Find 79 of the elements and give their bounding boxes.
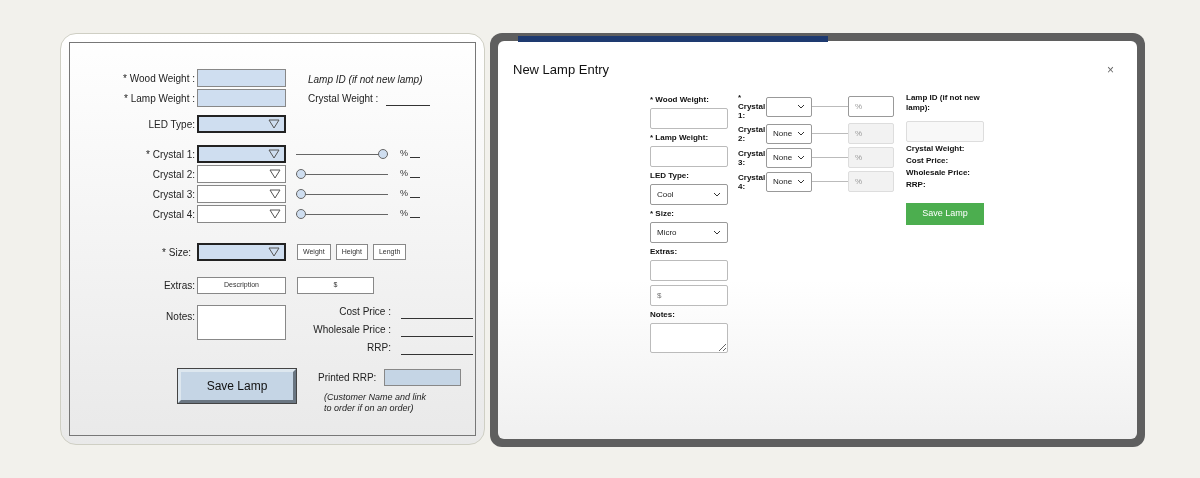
input-field[interactable] — [197, 69, 286, 87]
dropdown[interactable] — [197, 115, 286, 133]
slider-thumb[interactable] — [296, 189, 306, 199]
field-label: RRP: — [367, 341, 391, 355]
slider-track[interactable] — [296, 209, 388, 219]
field-label: Wholesale Price: — [906, 167, 972, 178]
slider-track[interactable] — [296, 149, 388, 159]
connector-line — [812, 106, 848, 107]
connector-line — [812, 181, 848, 182]
field-label: Lamp ID (if not new lamp): — [906, 93, 981, 113]
triangle-down-icon — [268, 247, 280, 257]
field-label: LED Type: — [650, 170, 690, 181]
slider-thumb[interactable] — [296, 209, 306, 219]
select-field[interactable]: Cool — [650, 184, 728, 205]
field-label: * Wood Weight : — [123, 71, 195, 86]
field-label: Crystal 3: — [152, 187, 195, 202]
chevron-down-icon — [797, 178, 805, 185]
field-label: * Crystal 1: — [738, 93, 766, 120]
percent-field[interactable]: % — [848, 96, 894, 117]
connector-line — [812, 157, 848, 158]
input-field[interactable] — [650, 108, 728, 129]
field-label: Wholesale Price : — [313, 323, 391, 337]
notes-field[interactable] — [197, 305, 286, 340]
field-label: Printed RRP: — [318, 371, 377, 385]
triangle-down-icon — [269, 209, 281, 219]
input-field[interactable] — [650, 260, 728, 281]
field-label: * Size: — [650, 208, 675, 219]
chevron-down-icon — [713, 229, 721, 236]
chevron-down-icon — [797, 103, 805, 110]
triangle-down-icon — [268, 149, 280, 159]
field-label: Extras: — [163, 278, 195, 293]
field-label: Extras: — [650, 246, 679, 257]
slider-track[interactable] — [296, 189, 388, 199]
note-text: (Customer Name and link to order if on an order) — [324, 392, 428, 414]
percent-sign: % — [400, 207, 408, 221]
field-label: Notes: — [166, 310, 195, 324]
input-field[interactable]: $ — [650, 285, 728, 306]
select-field[interactable]: Micro — [650, 222, 728, 243]
field-label: RRP: — [906, 179, 927, 190]
dropdown[interactable] — [197, 145, 286, 163]
save-lamp-button[interactable]: Save Lamp — [178, 369, 296, 403]
select-field[interactable] — [766, 96, 812, 117]
field-label: Crystal Weight: — [906, 143, 966, 154]
notes-field[interactable] — [650, 323, 728, 353]
dialog-title: New Lamp Entry — [513, 61, 610, 80]
field-label: * Size: — [162, 245, 191, 260]
triangle-down-icon — [269, 169, 281, 179]
field-label: Crystal 2: — [738, 124, 766, 143]
field-label: Crystal 2: — [152, 167, 195, 182]
percent-sign: % — [400, 187, 408, 201]
note-text: Lamp ID (if not new lamp) — [308, 74, 423, 85]
connector-line — [812, 133, 848, 134]
field-label: * Crystal 1: — [146, 147, 195, 162]
field-label: LED Type: — [148, 117, 195, 132]
input-field[interactable] — [384, 369, 462, 386]
field-label: * Lamp Weight : — [124, 91, 195, 106]
input-field[interactable] — [650, 146, 728, 167]
field-label: * Lamp Weight: — [650, 132, 710, 143]
input-field[interactable] — [197, 89, 286, 107]
triangle-down-icon — [268, 119, 280, 129]
slider-track[interactable] — [296, 169, 388, 179]
chevron-down-icon — [797, 154, 805, 161]
triangle-down-icon — [269, 189, 281, 199]
field-label: Cost Price : — [339, 305, 391, 319]
field-label: Crystal 4: — [152, 207, 195, 222]
dropdown[interactable] — [197, 243, 286, 261]
field-label: Crystal 3: — [738, 148, 766, 167]
percent-sign: % — [400, 147, 408, 161]
chevron-down-icon — [713, 191, 721, 198]
slider-thumb[interactable] — [378, 149, 388, 159]
field-label: Notes: — [650, 309, 676, 320]
field-label: Crystal 4: — [738, 172, 766, 191]
field-label: Crystal Weight : — [308, 91, 379, 106]
percent-sign: % — [400, 167, 408, 181]
chevron-down-icon — [797, 130, 805, 137]
close-button[interactable]: × — [1099, 61, 1122, 79]
field-label: * Wood Weight: — [650, 94, 710, 105]
slider-thumb[interactable] — [296, 169, 306, 179]
field-label: Cost Price: — [906, 155, 950, 166]
